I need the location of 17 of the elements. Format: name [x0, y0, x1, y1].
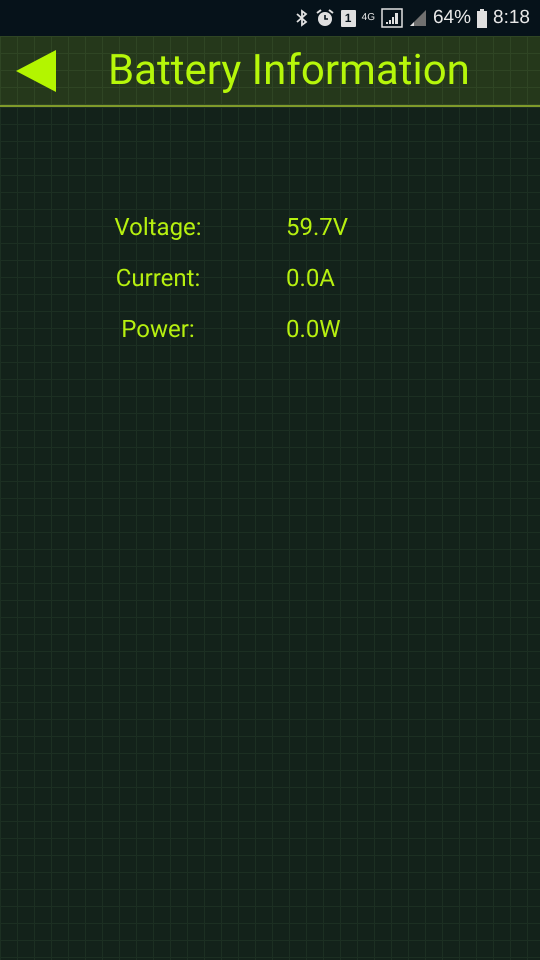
reading-label: Power:: [120, 314, 196, 342]
sim-card-icon: 1: [340, 10, 356, 26]
reading-value: 59.7V: [286, 212, 348, 240]
signal-icon: [408, 9, 427, 27]
signal-icon: [380, 8, 403, 28]
reading-value: 0.0W: [286, 314, 341, 342]
reading-label: Current:: [114, 264, 202, 292]
reading-label: Voltage:: [113, 212, 203, 240]
reading-value: 0.0A: [286, 264, 335, 292]
bluetooth-icon: [294, 9, 309, 27]
battery-icon: [477, 8, 488, 28]
alarm-icon: [314, 8, 335, 28]
clock-time: 8:18: [493, 7, 530, 29]
network-type-label: 4G: [362, 13, 375, 23]
back-button[interactable]: [16, 50, 58, 92]
page-title: Battery Information: [108, 46, 470, 95]
battery-percentage: 64%: [432, 7, 472, 29]
